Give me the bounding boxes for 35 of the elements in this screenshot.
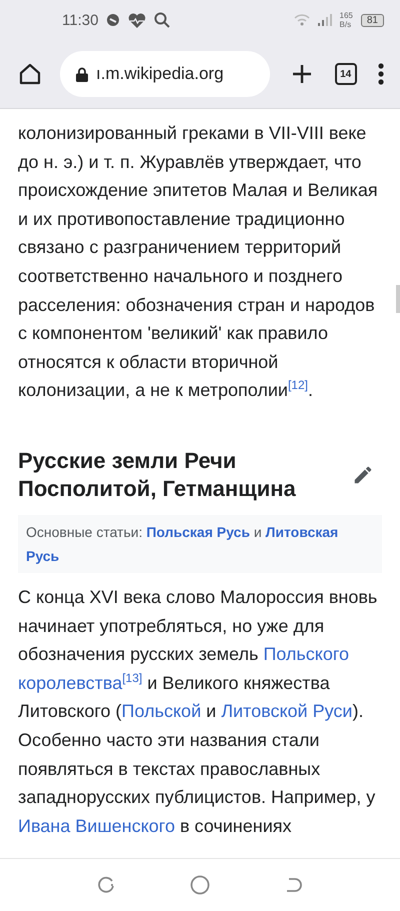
lock-icon: [76, 66, 88, 82]
section-heading: Русские земли Речи Посполитой, Гетманщина: [18, 446, 297, 503]
clock: 11:30: [62, 12, 98, 28]
article-link[interactable]: Ивана Вишенского: [18, 816, 175, 836]
wifi-icon: [294, 14, 310, 26]
article-link[interactable]: Русь: [26, 548, 60, 564]
address-bar[interactable]: ı.m.wikipedia.org: [60, 51, 270, 97]
network-speed-unit: B/s: [340, 20, 352, 29]
signal-icon: [318, 14, 332, 26]
more-icon: [378, 63, 384, 85]
article-link[interactable]: Польская Русь: [146, 524, 250, 540]
notification-icon: [106, 13, 120, 27]
article-paragraph: колонизированный греками в VII-VIII веке до н. э.) и т. п. Журавлёв утверждает, что происхождение эпитетов Малая и Великая и их противопоставление традиционно связано с разграничением территорий соответственно начального и позднего расселения: обозначения стран и народов с компонентом 'великий' как правило относятся к области вторичной колонизации, а не к метрополии$^{[12]}$.: [18, 122, 378, 402]
circle-icon: [190, 875, 210, 895]
back-icon: [284, 877, 303, 893]
network-speed: 165: [340, 11, 353, 20]
refresh-icon: [97, 876, 116, 894]
reference-link[interactable]: [13]: [122, 670, 142, 685]
scrollbar-thumb[interactable]: [396, 285, 400, 313]
url-text: ı.m.wikipedia.org: [96, 64, 224, 84]
plus-icon: [291, 63, 314, 85]
pencil-icon: [352, 464, 374, 486]
home-icon: [18, 62, 42, 86]
article-link[interactable]: Литовской Руси: [221, 701, 352, 722]
article-link[interactable]: Польской: [122, 701, 202, 722]
article-link[interactable]: Польского: [263, 644, 350, 664]
article-link[interactable]: королевства: [18, 672, 122, 693]
battery-level: 81: [360, 14, 384, 26]
article-link[interactable]: Литовская: [266, 524, 338, 540]
search-icon: [154, 12, 170, 28]
reference-link[interactable]: [12]: [288, 378, 308, 392]
main-articles-note: Основные статьи: Польская Русь и Литовская Русь: [18, 514, 382, 573]
heart-icon: [128, 12, 146, 28]
article-paragraph: С конца XVI века слово Малороссия вновь начинает употребляться, но уже для обозначения русских земель Польского королевства$^{[13]}$ и Великого княжества Литовского (Польской и Литовской Руси). Особенно часто эти названия стали появляться в текстах православных западнорусских публицистов. Например, у Ивана Вишенского в сочинениях: [18, 586, 378, 838]
tab-switcher-button[interactable]: 14: [334, 63, 357, 85]
